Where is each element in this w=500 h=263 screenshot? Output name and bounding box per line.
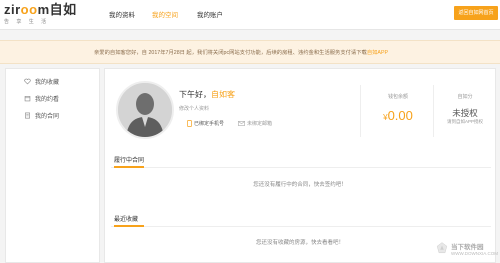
calendar-icon: [24, 96, 31, 102]
section-accent-bar: [114, 225, 144, 227]
nav-my-profile[interactable]: 我的资料: [109, 9, 135, 19]
user-silhouette-icon: [118, 83, 172, 137]
credit-score-label: 自如分: [457, 94, 473, 100]
credit-score-value: 未授权: [452, 108, 478, 118]
section-divider: [111, 226, 491, 227]
site-watermark: 当下软件园 WWW.DOWNXIA.COM: [436, 236, 498, 260]
edit-profile-link[interactable]: 修改个人资料: [179, 105, 209, 112]
watermark-logo-icon: [436, 242, 448, 254]
download-app-link[interactable]: 自如APP: [367, 50, 388, 56]
sidebar-item-viewings[interactable]: 我的约看: [24, 94, 59, 103]
wallet-label: 钱包余额: [387, 94, 408, 100]
watermark-url: WWW.DOWNXIA.COM: [451, 250, 498, 256]
sidebar-item-label: 我的合同: [35, 114, 60, 120]
nav-my-account[interactable]: 我的账户: [197, 9, 223, 19]
sidebar: 我的收藏 我的约看 我的合同: [5, 68, 100, 263]
favorites-section-title: 最近收藏: [114, 217, 139, 223]
email-unbound-status[interactable]: 未绑定邮箱: [238, 120, 272, 127]
section-accent-bar: [114, 166, 144, 168]
logo-slogan: 告 享 生 活: [4, 19, 50, 25]
greeting-prefix: 下午好，: [179, 90, 211, 99]
wallet-amount: 0.00: [387, 108, 413, 123]
page-root: ziroom自如 告 享 生 活 我的资料 我的空间 我的账户 返回自如网首页 …: [0, 0, 500, 263]
main-panel: 下午好，自如客 修改个人资料 已绑定手机号 未绑定邮箱 钱包余额 ¥0.00 自…: [104, 68, 496, 263]
sidebar-item-label: 我的约看: [35, 97, 60, 103]
phone-icon: [187, 120, 192, 127]
email-icon: [238, 121, 245, 126]
logo-wordmark: ziroom自如: [4, 2, 77, 17]
notice-message: 亲爱的自如客您好，自 2017年7月28日 起，我们将关闭pc网站支付功能，后续…: [94, 50, 367, 56]
credit-authorize-hint[interactable]: 请到自如APP授权: [435, 119, 495, 125]
contracts-section-title: 履行中合同: [114, 158, 145, 164]
nav-my-space[interactable]: 我的空间: [152, 9, 178, 19]
sidebar-item-label: 我的收藏: [35, 80, 60, 86]
phone-status-label: 已绑定手机号: [194, 121, 225, 127]
greeting-text: 下午好，自如客: [179, 89, 235, 100]
email-status-label: 未绑定邮箱: [247, 121, 273, 127]
back-to-home-button[interactable]: 返回自如网首页: [454, 6, 498, 20]
section-divider: [111, 167, 491, 168]
notice-text: 亲爱的自如客您好，自 2017年7月28日 起，我们将关闭pc网站支付功能，后续…: [94, 48, 388, 56]
notice-bar: 亲爱的自如客您好，自 2017年7月28日 起，我们将关闭pc网站支付功能，后续…: [0, 40, 500, 64]
avatar[interactable]: [116, 81, 174, 139]
sidebar-item-contracts[interactable]: 我的合同: [24, 111, 59, 120]
divider: [360, 85, 361, 137]
wallet-balance[interactable]: ¥0.00: [370, 108, 426, 123]
divider: [433, 85, 434, 137]
top-header: ziroom自如 告 享 生 活 我的资料 我的空间 我的账户 返回自如网首页: [0, 0, 500, 30]
document-icon: [25, 112, 30, 119]
contracts-empty-message: 您还没有履行中的合同，快去签约吧！: [253, 182, 347, 188]
ziroom-logo[interactable]: ziroom自如 告 享 生 活: [4, 2, 77, 25]
phone-bound-status[interactable]: 已绑定手机号: [187, 120, 224, 127]
heart-icon: [24, 78, 31, 85]
watermark-name: 当下软件园: [451, 243, 484, 251]
user-nickname: 自如客: [211, 90, 235, 99]
sidebar-item-favorites[interactable]: 我的收藏: [24, 77, 59, 86]
